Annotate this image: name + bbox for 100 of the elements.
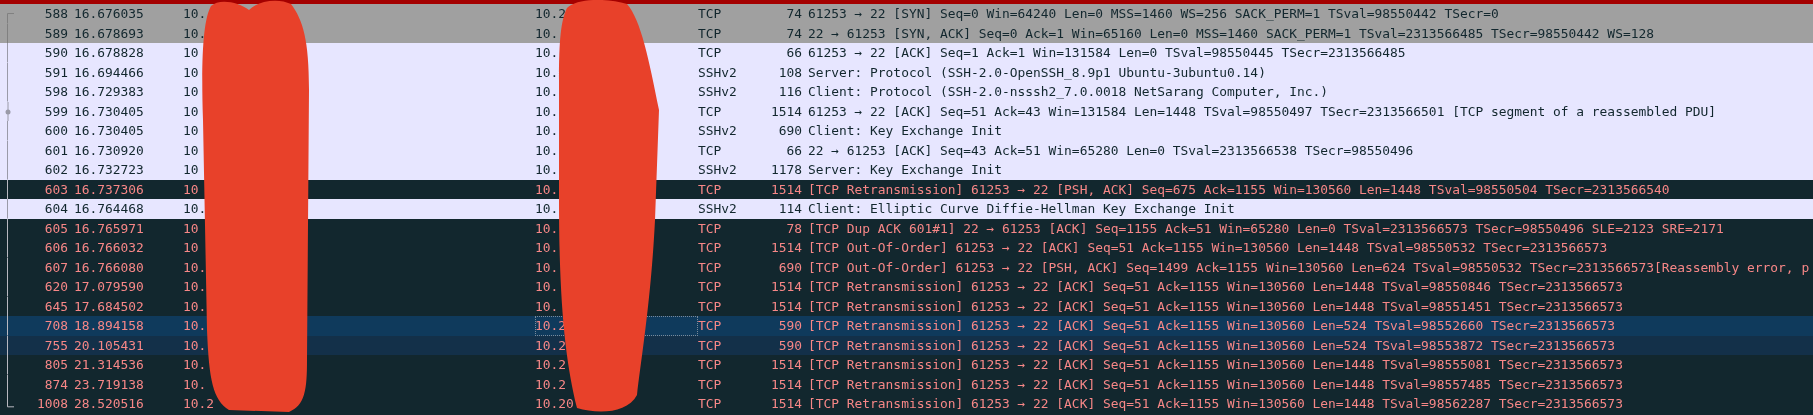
table-cell-text: 116 [777, 83, 802, 101]
table-cell-text: 16.737306 [73, 180, 145, 199]
table-cell-text: 10. [535, 63, 560, 82]
table-cell-text: Client: Key Exchange Init [807, 122, 1004, 140]
table-cell-text: [TCP Out-Of-Order] 61253 → 22 [PSH, ACK] Seq=1499 Ack=1155 Win=130560 Len=624 TSval=98550532 TSecr=2313566573[Reassembly error, p [807, 258, 1811, 277]
table-cell-text: 10. [535, 24, 560, 43]
table-cell-text: 10. [535, 83, 560, 101]
table-cell-text: 590 [43, 44, 68, 62]
table-cell-text: 17.079590 [73, 278, 145, 296]
table-cell-text: 620 [43, 278, 68, 296]
table-cell-text: 10.2 [535, 336, 568, 355]
table-cell-text: [TCP Retransmission] 61253 → 22 [ACK] Seq=51 Ack=1155 Win=130560 Len=1448 TSval=98550846 TSecr=2313566573 [807, 278, 1624, 296]
table-cell-text: 10 [183, 83, 200, 101]
table-cell-text: TCP [698, 141, 723, 160]
table-cell-text: 600 [43, 122, 68, 140]
table-cell-text: 1514 [769, 356, 802, 374]
table-cell-text: 10.2 [183, 395, 216, 413]
table-cell-text: 10. [535, 278, 560, 296]
table-cell-text: 874 [43, 375, 68, 394]
table-cell-text: 805 [43, 356, 68, 374]
packet-row[interactable]: 588 16.676035 10. 10.2 TCP 74 61253 → 22 [SYN] Seq=0 Win=64240 Len=0 MSS=1460 WS=256 SACK_PERM=1 TSval=98550442 TSecr=0 [0, 4, 1813, 24]
table-cell-text: TCP [698, 317, 723, 335]
table-cell-text: 1514 [769, 278, 802, 296]
table-cell-text: 10 [183, 44, 200, 62]
table-cell-text: 10. [535, 180, 560, 199]
table-cell-text: 16.730920 [73, 141, 145, 160]
table-cell-text: 28.520516 [73, 395, 145, 413]
table-cell-text: 16.676035 [73, 5, 145, 23]
table-cell-text: 10. [535, 239, 560, 257]
table-cell-text: TCP [698, 239, 723, 257]
table-cell-text: 708 [43, 317, 68, 335]
table-cell-text: TCP [698, 375, 723, 394]
table-cell-text: 1514 [769, 395, 802, 413]
table-cell-text: 74 [785, 24, 802, 43]
table-cell-text: 1514 [769, 375, 802, 394]
table-cell-text: 16.732723 [73, 161, 145, 179]
packet-row[interactable] [0, 0, 1813, 4]
table-cell-text: 16.678693 [73, 24, 145, 43]
table-cell-text: 690 [777, 122, 802, 140]
table-cell-text: 10. [183, 317, 208, 335]
table-cell-text: [TCP Retransmission] 61253 → 22 [ACK] Seq=51 Ack=1155 Win=130560 Len=524 TSval=98552660 TSecr=2313566573 [807, 317, 1617, 335]
table-cell-text: 10. [183, 200, 208, 218]
table-cell-text: 645 [43, 297, 68, 316]
table-cell-text: 114 [777, 200, 802, 218]
table-cell-text: SSHv2 [698, 83, 738, 101]
table-cell-text: 16.764468 [73, 200, 145, 218]
table-cell-text: 16.678828 [73, 44, 145, 62]
table-cell-text: 605 [43, 219, 68, 238]
table-cell-text: 10 [183, 180, 200, 199]
table-cell-text: 74 [785, 5, 802, 23]
table-cell-text: 602 [43, 161, 68, 179]
table-cell-text: 10. [183, 24, 208, 43]
table-cell-text: 20.105431 [73, 336, 145, 355]
table-cell-text: 10.2 [535, 375, 568, 394]
table-cell-text: 10. [183, 297, 208, 316]
table-cell-text: 1514 [769, 180, 802, 199]
table-cell-text: 10. [183, 278, 208, 296]
table-cell-text: 1178 [769, 161, 802, 179]
table-cell-text: TCP [698, 5, 723, 23]
table-cell-text: 61253 → 22 [ACK] Seq=1 Ack=1 Win=131584 Len=0 TSval=98550445 TSecr=2313566485 [807, 44, 1407, 62]
table-cell-text: TCP [698, 356, 723, 374]
table-cell-text: TCP [698, 102, 723, 121]
table-cell-text: 18.894158 [73, 317, 145, 335]
table-cell-text: 591 [43, 63, 68, 82]
table-cell-text: 1514 [769, 297, 802, 316]
table-cell-text: 599 [43, 102, 68, 121]
table-cell-text: 10. [535, 258, 560, 277]
table-cell-text: 10. [535, 44, 560, 62]
table-cell-text: 1514 [769, 102, 802, 121]
table-cell-text: TCP [698, 336, 723, 355]
table-cell-text: 10 [183, 63, 200, 82]
table-cell-text: TCP [698, 258, 723, 277]
table-cell-text: [TCP Retransmission] 61253 → 22 [ACK] Seq=51 Ack=1155 Win=130560 Len=524 TSval=98553872 TSecr=2313566573 [807, 336, 1617, 355]
table-cell-text: Client: Protocol (SSH-2.0-nsssh2_7.0.0018 NetSarang Computer, Inc.) [807, 83, 1329, 101]
table-cell-text: 606 [43, 239, 68, 257]
table-cell-text: 22 → 61253 [ACK] Seq=43 Ack=51 Win=65280 Len=0 TSval=2313566538 TSecr=98550496 [807, 141, 1415, 160]
table-cell-text: 10. [535, 219, 560, 238]
table-cell-text: 10. [535, 102, 560, 121]
table-cell-text: SSHv2 [698, 200, 738, 218]
table-cell-text: Server: Protocol (SSH-2.0-OpenSSH_8.9p1 Ubuntu-3ubuntu0.14) [807, 63, 1267, 82]
table-cell-text: 16.730405 [73, 102, 145, 121]
table-cell-text: 10. [535, 141, 560, 160]
table-cell-text: 17.684502 [73, 297, 145, 316]
table-cell-text: SSHv2 [698, 122, 738, 140]
table-cell-text: 607 [43, 258, 68, 277]
table-cell-text: 10 [183, 122, 200, 140]
table-cell-text: TCP [698, 219, 723, 238]
table-cell-text: 108 [777, 63, 802, 82]
table-cell-text: 66 [785, 141, 802, 160]
table-cell-text: 16.766032 [73, 239, 145, 257]
table-cell-text: 10. [535, 200, 560, 218]
table-cell-text: 10 [183, 239, 200, 257]
table-cell-text: 16.694466 [73, 63, 145, 82]
table-cell-text: 598 [43, 83, 68, 101]
table-cell-text: 16.729383 [73, 83, 145, 101]
table-cell-text: 590 [777, 317, 802, 335]
table-cell-text: Client: Elliptic Curve Diffie-Hellman Key Exchange Init [807, 200, 1236, 218]
table-cell-text: 23.719138 [73, 375, 145, 394]
table-cell-text: 690 [777, 258, 802, 277]
table-cell-text: 16.766080 [73, 258, 145, 277]
